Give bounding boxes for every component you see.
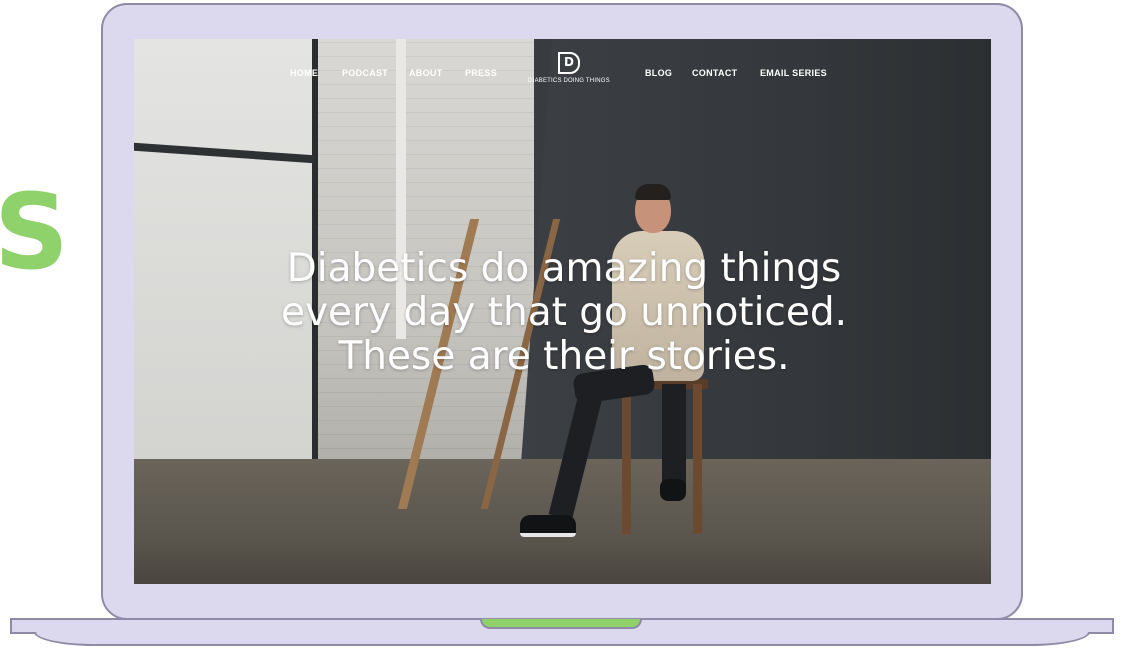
website-screen: HOME PODCAST ABOUT PRESS D DIABETICS DOI… xyxy=(134,39,991,584)
site-logo[interactable]: D DIABETICS DOING THINGS xyxy=(522,52,616,84)
nav-podcast[interactable]: PODCAST xyxy=(342,68,388,78)
laptop-foot xyxy=(34,632,1090,646)
shoe xyxy=(660,479,686,501)
logo-text: DIABETICS DOING THINGS xyxy=(528,78,610,84)
hero-line: These are their stories. xyxy=(338,334,790,379)
nav-press[interactable]: PRESS xyxy=(465,68,497,78)
hero-line: every day that go unnoticed. xyxy=(280,290,848,335)
person-shin xyxy=(662,384,686,494)
hero-headline: Diabetics do amazing things every day th… xyxy=(224,247,904,379)
nav-blog[interactable]: BLOG xyxy=(645,68,672,78)
nav-contact[interactable]: CONTACT xyxy=(692,68,737,78)
logo-icon: D xyxy=(558,52,580,74)
hero-line: Diabetics do amazing things xyxy=(286,246,842,291)
accent-letter: S xyxy=(0,171,69,293)
nav-about[interactable]: ABOUT xyxy=(409,68,443,78)
main-nav: HOME PODCAST ABOUT PRESS D DIABETICS DOI… xyxy=(134,39,991,99)
shoe xyxy=(520,515,576,537)
nav-email-series[interactable]: EMAIL SERIES xyxy=(760,68,827,78)
nav-home[interactable]: HOME xyxy=(290,68,318,78)
person-hair xyxy=(635,184,671,200)
laptop-notch xyxy=(480,619,642,629)
